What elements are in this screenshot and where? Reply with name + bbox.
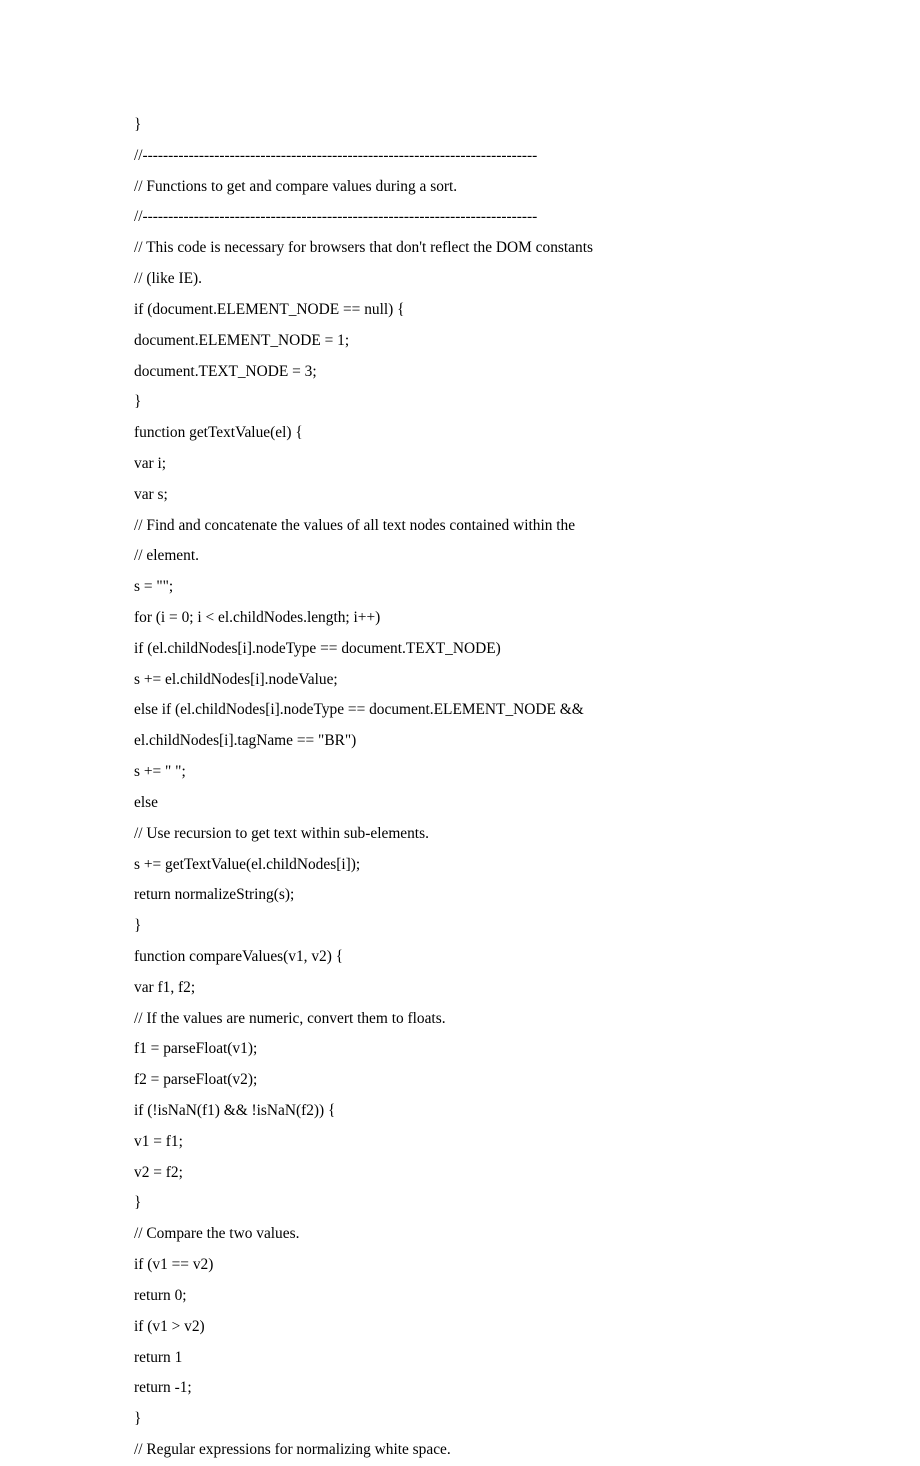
code-line: } (134, 387, 786, 418)
code-line: else if (el.childNodes[i].nodeType == do… (134, 695, 786, 726)
code-line: el.childNodes[i].tagName == "BR") (134, 726, 786, 757)
code-line: if (document.ELEMENT_NODE == null) { (134, 295, 786, 326)
code-line: // element. (134, 541, 786, 572)
code-line: v2 = f2; (134, 1158, 786, 1189)
code-line: return normalizeString(s); (134, 880, 786, 911)
code-line: //--------------------------------------… (134, 141, 786, 172)
code-line: // Compare the two values. (134, 1219, 786, 1250)
code-line: return -1; (134, 1373, 786, 1404)
code-line: for (i = 0; i < el.childNodes.length; i+… (134, 603, 786, 634)
code-line: // Regular expressions for normalizing w… (134, 1435, 786, 1466)
code-line: // Use recursion to get text within sub-… (134, 819, 786, 850)
code-line: var i; (134, 449, 786, 480)
code-line: if (v1 == v2) (134, 1250, 786, 1281)
code-line: // Functions to get and compare values d… (134, 172, 786, 203)
code-line: // (like IE). (134, 264, 786, 295)
code-line: document.TEXT_NODE = 3; (134, 357, 786, 388)
code-line: s += el.childNodes[i].nodeValue; (134, 665, 786, 696)
code-line: f2 = parseFloat(v2); (134, 1065, 786, 1096)
code-line: s = ""; (134, 572, 786, 603)
code-line: function compareValues(v1, v2) { (134, 942, 786, 973)
code-line: //--------------------------------------… (134, 202, 786, 233)
document-page: } //------------------------------------… (0, 0, 920, 1466)
code-line: if (v1 > v2) (134, 1312, 786, 1343)
code-line: } (134, 911, 786, 942)
code-line: return 0; (134, 1281, 786, 1312)
code-line: function getTextValue(el) { (134, 418, 786, 449)
code-line: v1 = f1; (134, 1127, 786, 1158)
code-line: var f1, f2; (134, 973, 786, 1004)
code-line: s += getTextValue(el.childNodes[i]); (134, 850, 786, 881)
code-line: // Find and concatenate the values of al… (134, 511, 786, 542)
code-line: var s; (134, 480, 786, 511)
code-line: if (el.childNodes[i].nodeType == documen… (134, 634, 786, 665)
code-line: // If the values are numeric, convert th… (134, 1004, 786, 1035)
code-line: s += " "; (134, 757, 786, 788)
code-line: } (134, 1188, 786, 1219)
code-line: if (!isNaN(f1) && !isNaN(f2)) { (134, 1096, 786, 1127)
code-line: } (134, 1404, 786, 1435)
code-line: f1 = parseFloat(v1); (134, 1034, 786, 1065)
code-line: else (134, 788, 786, 819)
code-line: // This code is necessary for browsers t… (134, 233, 786, 264)
code-line: document.ELEMENT_NODE = 1; (134, 326, 786, 357)
code-line: } (134, 110, 786, 141)
code-line: return 1 (134, 1343, 786, 1374)
